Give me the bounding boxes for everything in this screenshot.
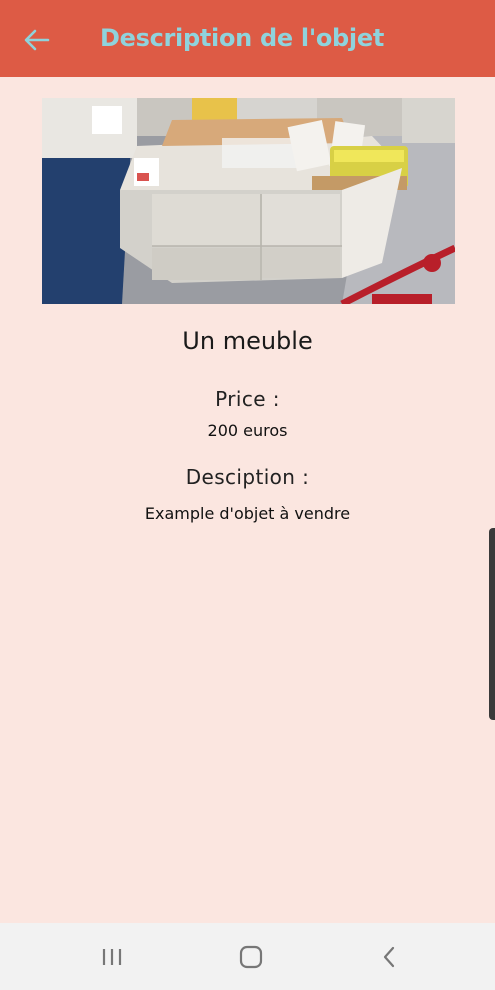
description-label: Desciption : (185, 465, 310, 489)
back-chevron-icon (383, 946, 395, 967)
arrow-left-icon (24, 29, 50, 51)
recents-icon (102, 948, 122, 965)
app-bar: Description de l'objet (0, 0, 495, 77)
item-detail: Un meuble Price : 200 euros Desciption :… (0, 77, 495, 923)
nav-back-button[interactable] (349, 923, 429, 990)
price-value: 200 euros (207, 421, 288, 440)
home-button[interactable] (211, 923, 291, 990)
price-label: Price : (215, 387, 280, 411)
recents-button[interactable] (72, 923, 152, 990)
page-title: Description de l'objet (100, 24, 385, 52)
edge-panel-handle[interactable] (489, 528, 495, 720)
item-name: Un meuble (182, 327, 313, 355)
system-nav-bar (0, 923, 495, 990)
item-photo (42, 98, 455, 304)
back-button[interactable] (18, 22, 56, 58)
description-value: Example d'objet à vendre (144, 504, 351, 523)
home-icon (239, 945, 263, 968)
